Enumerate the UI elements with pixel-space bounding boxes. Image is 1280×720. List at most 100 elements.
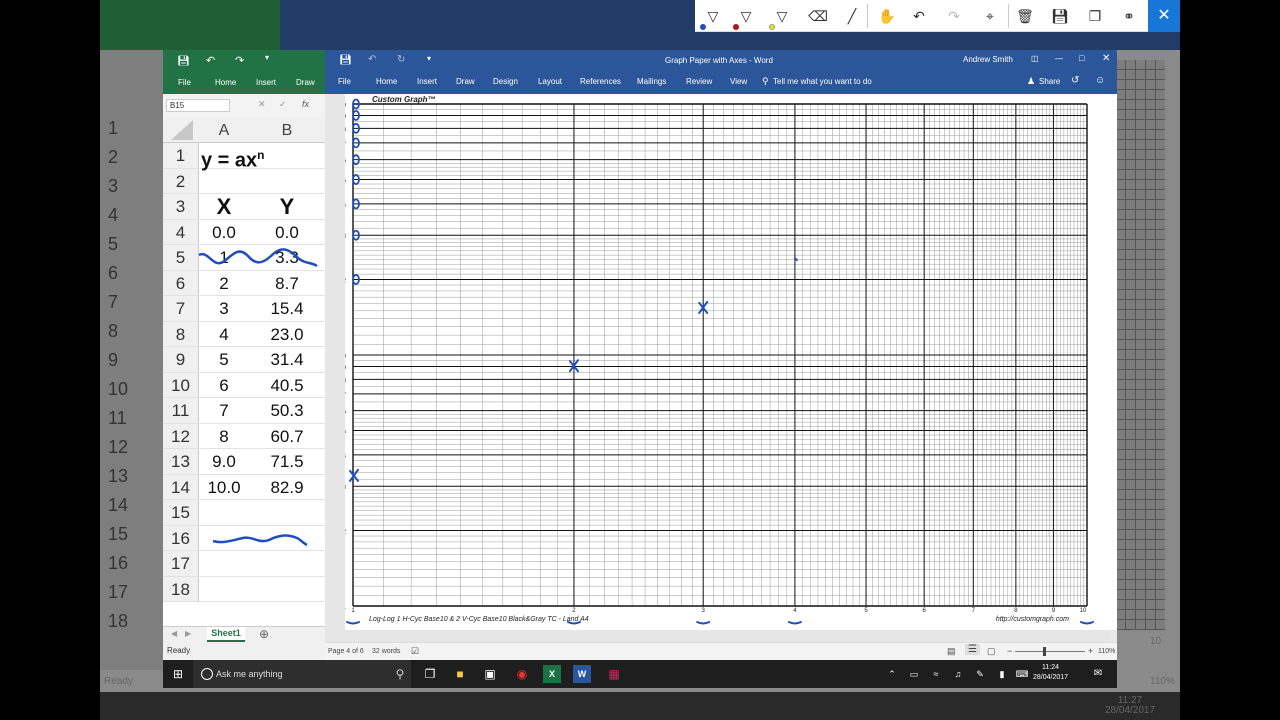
eraser-icon[interactable]: ⌫	[808, 6, 828, 26]
tab-home[interactable]: Home	[376, 77, 397, 86]
history-icon[interactable]: ↺	[1071, 75, 1079, 86]
highlighter-icon[interactable]: ▽	[772, 6, 792, 26]
tab-review[interactable]: Review	[686, 77, 712, 86]
word-icon[interactable]: W	[573, 665, 591, 683]
row-header[interactable]: 12	[163, 423, 199, 448]
ribbon-options-icon[interactable]: ◫	[1031, 54, 1039, 63]
proofing-icon[interactable]: ☑	[411, 646, 419, 657]
close-icon[interactable]: ✕	[1102, 53, 1110, 64]
page-info[interactable]: Page 4 of 6	[328, 648, 364, 655]
word-count[interactable]: 32 words	[372, 648, 400, 655]
cell-a[interactable]: 8	[199, 424, 249, 449]
microphone-icon[interactable]: ⚲	[391, 665, 409, 683]
tell-me-input[interactable]: Tell me what you want to do	[773, 77, 872, 86]
web-layout-icon[interactable]: ▢	[987, 646, 996, 657]
row-header[interactable]: 13	[163, 449, 199, 474]
sheet-tab[interactable]: Sheet1	[207, 627, 245, 642]
zoom-slider-thumb[interactable]	[1043, 647, 1046, 656]
excel-icon[interactable]: X	[543, 665, 561, 683]
tab-draw[interactable]: Draw	[456, 77, 475, 86]
row-header[interactable]: 4	[163, 219, 199, 244]
chrome-icon[interactable]: ◉	[513, 665, 531, 683]
undo-icon[interactable]: ↶	[206, 54, 215, 67]
name-box[interactable]: B15	[166, 99, 230, 112]
cell-a[interactable]: 9.0	[199, 449, 249, 474]
select-all-corner[interactable]	[171, 120, 193, 140]
cell-a[interactable]: 3	[199, 296, 249, 321]
battery-icon[interactable]: ▮	[993, 665, 1011, 683]
row-header[interactable]: 11	[163, 398, 199, 423]
zoom-slider[interactable]	[1015, 651, 1085, 652]
row-header[interactable]: 18	[163, 576, 199, 601]
smiley-icon[interactable]: ☺	[1095, 75, 1105, 86]
snip-icon[interactable]: ▦	[605, 665, 623, 683]
enter-icon[interactable]: ✓	[279, 99, 287, 110]
column-header-b[interactable]: B	[262, 122, 312, 140]
zoom-in-icon[interactable]: +	[1088, 646, 1093, 656]
pen-workspace-icon[interactable]: ✎	[971, 665, 989, 683]
redo-icon[interactable]: ↻	[397, 54, 405, 65]
keyboard-icon[interactable]: ⌨	[1013, 665, 1031, 683]
zoom-out-icon[interactable]: −	[1007, 646, 1012, 656]
cell-b[interactable]: 50.3	[249, 398, 325, 423]
cell-a[interactable]: 7	[199, 398, 249, 423]
cell-b[interactable]: 0.0	[249, 220, 325, 245]
touch-writing-icon[interactable]: ✋	[877, 6, 897, 26]
cell-b[interactable]: 15.4	[249, 296, 325, 321]
row-header[interactable]: 15	[163, 500, 199, 525]
search-box[interactable]: Ask me anything	[193, 660, 411, 688]
tab-insert[interactable]: Insert	[256, 78, 276, 87]
share-button[interactable]: Share	[1039, 77, 1060, 86]
tab-layout[interactable]: Layout	[538, 77, 562, 86]
ruler-icon[interactable]: ╱	[842, 6, 862, 26]
save-icon[interactable]: 💾︎	[177, 56, 190, 67]
tablet-icon[interactable]: ▭	[905, 665, 923, 683]
column-header-a[interactable]: A	[199, 122, 249, 140]
read-mode-icon[interactable]: ▤	[947, 646, 956, 657]
undo-icon[interactable]: ↶	[368, 54, 376, 65]
print-layout-icon[interactable]: ☰	[965, 644, 980, 655]
cell-a[interactable]: 1	[199, 245, 249, 270]
cell-a[interactable]: 6	[199, 373, 249, 398]
wifi-icon[interactable]: ≈	[927, 665, 945, 683]
clock[interactable]: 11:24 28/04/2017	[1033, 663, 1068, 683]
cell-b[interactable]: Y	[249, 194, 325, 219]
row-header[interactable]: 1	[163, 143, 199, 168]
cell-b[interactable]: 3.3	[249, 245, 325, 270]
cell-b[interactable]: 31.4	[249, 347, 325, 372]
cell-b[interactable]: 40.5	[249, 373, 325, 398]
cell-b[interactable]: 23.0	[249, 322, 325, 347]
customize-icon[interactable]: ▾	[265, 53, 269, 62]
cell-b[interactable]: 8.7	[249, 271, 325, 296]
cell-b[interactable]: 71.5	[249, 449, 325, 474]
sheet-next-icon[interactable]: ▶	[185, 629, 191, 638]
task-view-icon[interactable]: ❐	[421, 665, 439, 683]
file-explorer-icon[interactable]: ■	[451, 665, 469, 683]
pen-icon[interactable]: ▽	[736, 6, 756, 26]
zoom-level[interactable]: 110%	[1098, 648, 1115, 655]
volume-icon[interactable]: ♫	[949, 665, 967, 683]
tab-file[interactable]: File	[178, 78, 191, 87]
add-sheet-icon[interactable]: ⊕	[259, 627, 269, 641]
cell-a[interactable]: 10.0	[199, 475, 249, 500]
delete-icon[interactable]: 🗑︎	[1015, 6, 1035, 26]
fx-label[interactable]: fx	[302, 99, 309, 109]
undo-icon[interactable]: ↶	[909, 6, 929, 26]
tab-draw[interactable]: Draw	[296, 78, 315, 87]
tab-insert[interactable]: Insert	[417, 77, 437, 86]
tab-design[interactable]: Design	[493, 77, 518, 86]
cell-a[interactable]: 5	[199, 347, 249, 372]
notifications-icon[interactable]: ✉	[1089, 665, 1107, 683]
close-pen-toolbar-button[interactable]: ✕	[1148, 0, 1180, 32]
tab-references[interactable]: References	[580, 77, 621, 86]
redo-icon[interactable]: ↷	[235, 54, 244, 67]
minimize-icon[interactable]: —	[1055, 54, 1063, 63]
sheet-prev-icon[interactable]: ◀	[171, 629, 177, 638]
row-header[interactable]: 6	[163, 270, 199, 295]
row-header[interactable]: 8	[163, 321, 199, 346]
save-icon[interactable]: 💾︎	[1050, 6, 1070, 26]
row-header[interactable]: 3	[163, 194, 199, 219]
cell-b[interactable]: 60.7	[249, 424, 325, 449]
cell-a[interactable]: X	[199, 194, 249, 219]
share-icon[interactable]: ⚭	[1119, 6, 1139, 26]
